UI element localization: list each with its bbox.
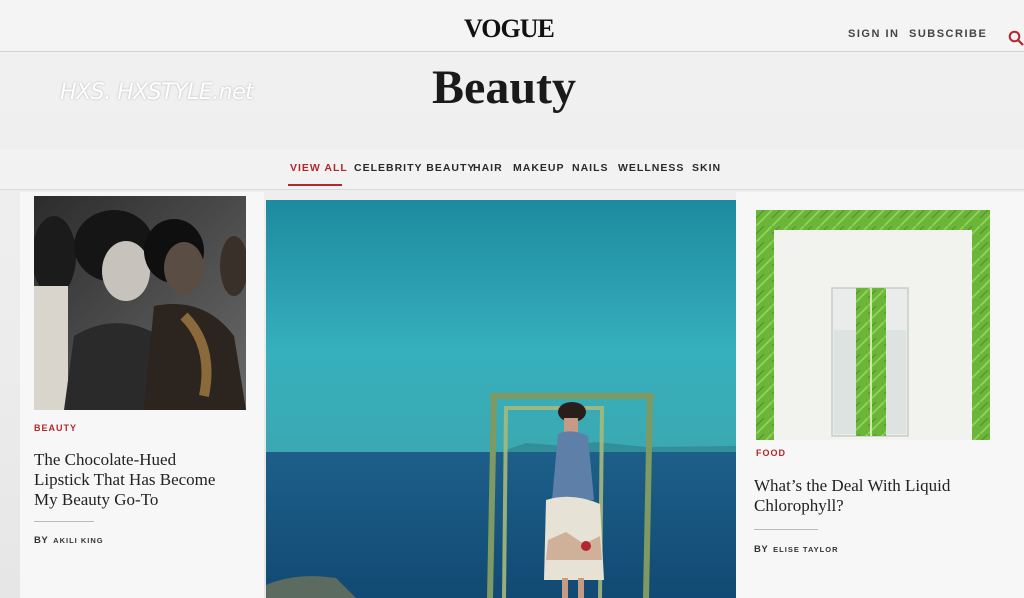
- byline: BY AKILI KING: [34, 535, 104, 546]
- page-title: Beauty: [432, 61, 576, 114]
- screen: VOGUE SIGN IN SUBSCRIBE HXS. HXSTYLE.net…: [0, 0, 1024, 598]
- search-icon[interactable]: [1008, 30, 1024, 46]
- divider: [754, 529, 818, 530]
- portrait-illustration: [34, 196, 246, 410]
- nav-tab-nails[interactable]: NAILS: [572, 162, 609, 174]
- headline-line: The Chocolate-Hued: [34, 450, 177, 469]
- author-link[interactable]: AKILI KING: [53, 536, 103, 545]
- byline: BY ELISE TAYLOR: [754, 544, 839, 555]
- chlorophyll-illustration: [756, 210, 990, 440]
- article-kicker[interactable]: FOOD: [756, 448, 786, 458]
- hero-illustration: [266, 200, 736, 598]
- top-bar: VOGUE SIGN IN SUBSCRIBE: [0, 0, 1024, 52]
- nav-tab-skin[interactable]: SKIN: [692, 162, 721, 174]
- hero-image-sea-frame[interactable]: [266, 200, 736, 598]
- active-tab-underline: [288, 184, 342, 186]
- article-headline[interactable]: The Chocolate-Hued Lipstick That Has Bec…: [34, 450, 215, 510]
- subscribe-link[interactable]: SUBSCRIBE: [909, 28, 987, 40]
- headline-line: My Beauty Go-To: [34, 490, 159, 509]
- nav-tab-makeup[interactable]: MAKEUP: [513, 162, 565, 174]
- headline-line: Lipstick That Has Become: [34, 470, 216, 489]
- article-image-chlorophyll[interactable]: [756, 210, 990, 440]
- divider: [34, 521, 94, 522]
- vogue-logo[interactable]: VOGUE: [464, 14, 555, 44]
- byline-prefix: BY: [34, 535, 49, 546]
- headline-line: Chlorophyll?: [754, 496, 844, 515]
- author-link[interactable]: ELISE TAYLOR: [773, 545, 838, 554]
- nav-tab-wellness[interactable]: WELLNESS: [618, 162, 684, 174]
- article-headline[interactable]: What’s the Deal With Liquid Chlorophyll?: [754, 476, 950, 516]
- section-nav: VIEW ALL CELEBRITY BEAUTY HAIR MAKEUP NA…: [0, 150, 1024, 190]
- nav-tab-hair[interactable]: HAIR: [473, 162, 503, 174]
- headline-line: What’s the Deal With Liquid: [754, 476, 951, 495]
- article-kicker[interactable]: BEAUTY: [34, 423, 77, 433]
- nav-tab-view-all[interactable]: VIEW ALL: [290, 162, 348, 174]
- sign-in-link[interactable]: SIGN IN: [848, 28, 899, 40]
- byline-prefix: BY: [754, 544, 769, 555]
- watermark: HXS. HXSTYLE.net: [60, 80, 254, 105]
- nav-tab-celebrity-beauty[interactable]: CELEBRITY BEAUTY: [354, 162, 475, 174]
- article-image-women-portrait[interactable]: [34, 196, 246, 410]
